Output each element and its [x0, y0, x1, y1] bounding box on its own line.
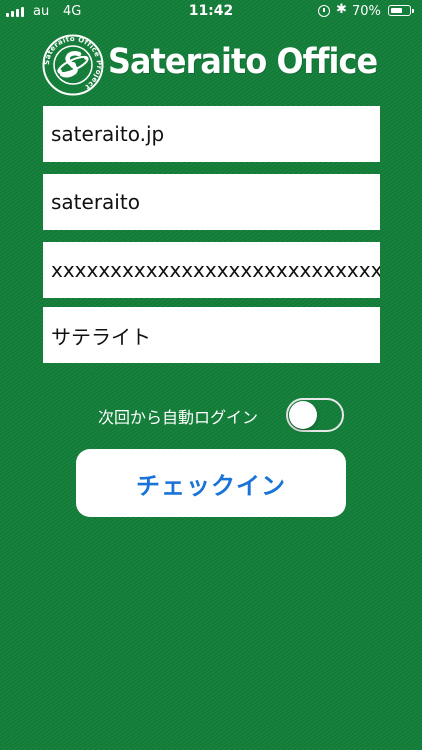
battery-percent: 70% [352, 4, 381, 19]
checkin-button[interactable]: チェックイン [76, 449, 346, 517]
toggle-knob [289, 401, 317, 429]
app-title: Sateraito Office [108, 42, 378, 82]
status-bar: au 4G 11:42 ✱ 70% [0, 0, 422, 24]
auto-login-toggle[interactable] [286, 398, 344, 432]
password-field[interactable]: xxxxxxxxxxxxxxxxxxxxxxxxxxxxx [43, 242, 380, 298]
app-logo: Sateraito Office Project Sateraito Offic… [42, 34, 382, 98]
user-id-field[interactable]: sateraito [43, 174, 380, 230]
battery-level-fill [390, 7, 403, 13]
auto-login-label: 次回から自動ログイン [98, 408, 259, 427]
sateraito-emblem-icon: Sateraito Office Project [42, 34, 104, 96]
display-name-field[interactable]: サテライト [43, 307, 380, 363]
bluetooth-icon: ✱ [336, 2, 347, 17]
domain-field[interactable]: sateraito.jp [43, 106, 380, 162]
alarm-icon [318, 5, 330, 17]
battery-icon [388, 5, 414, 16]
